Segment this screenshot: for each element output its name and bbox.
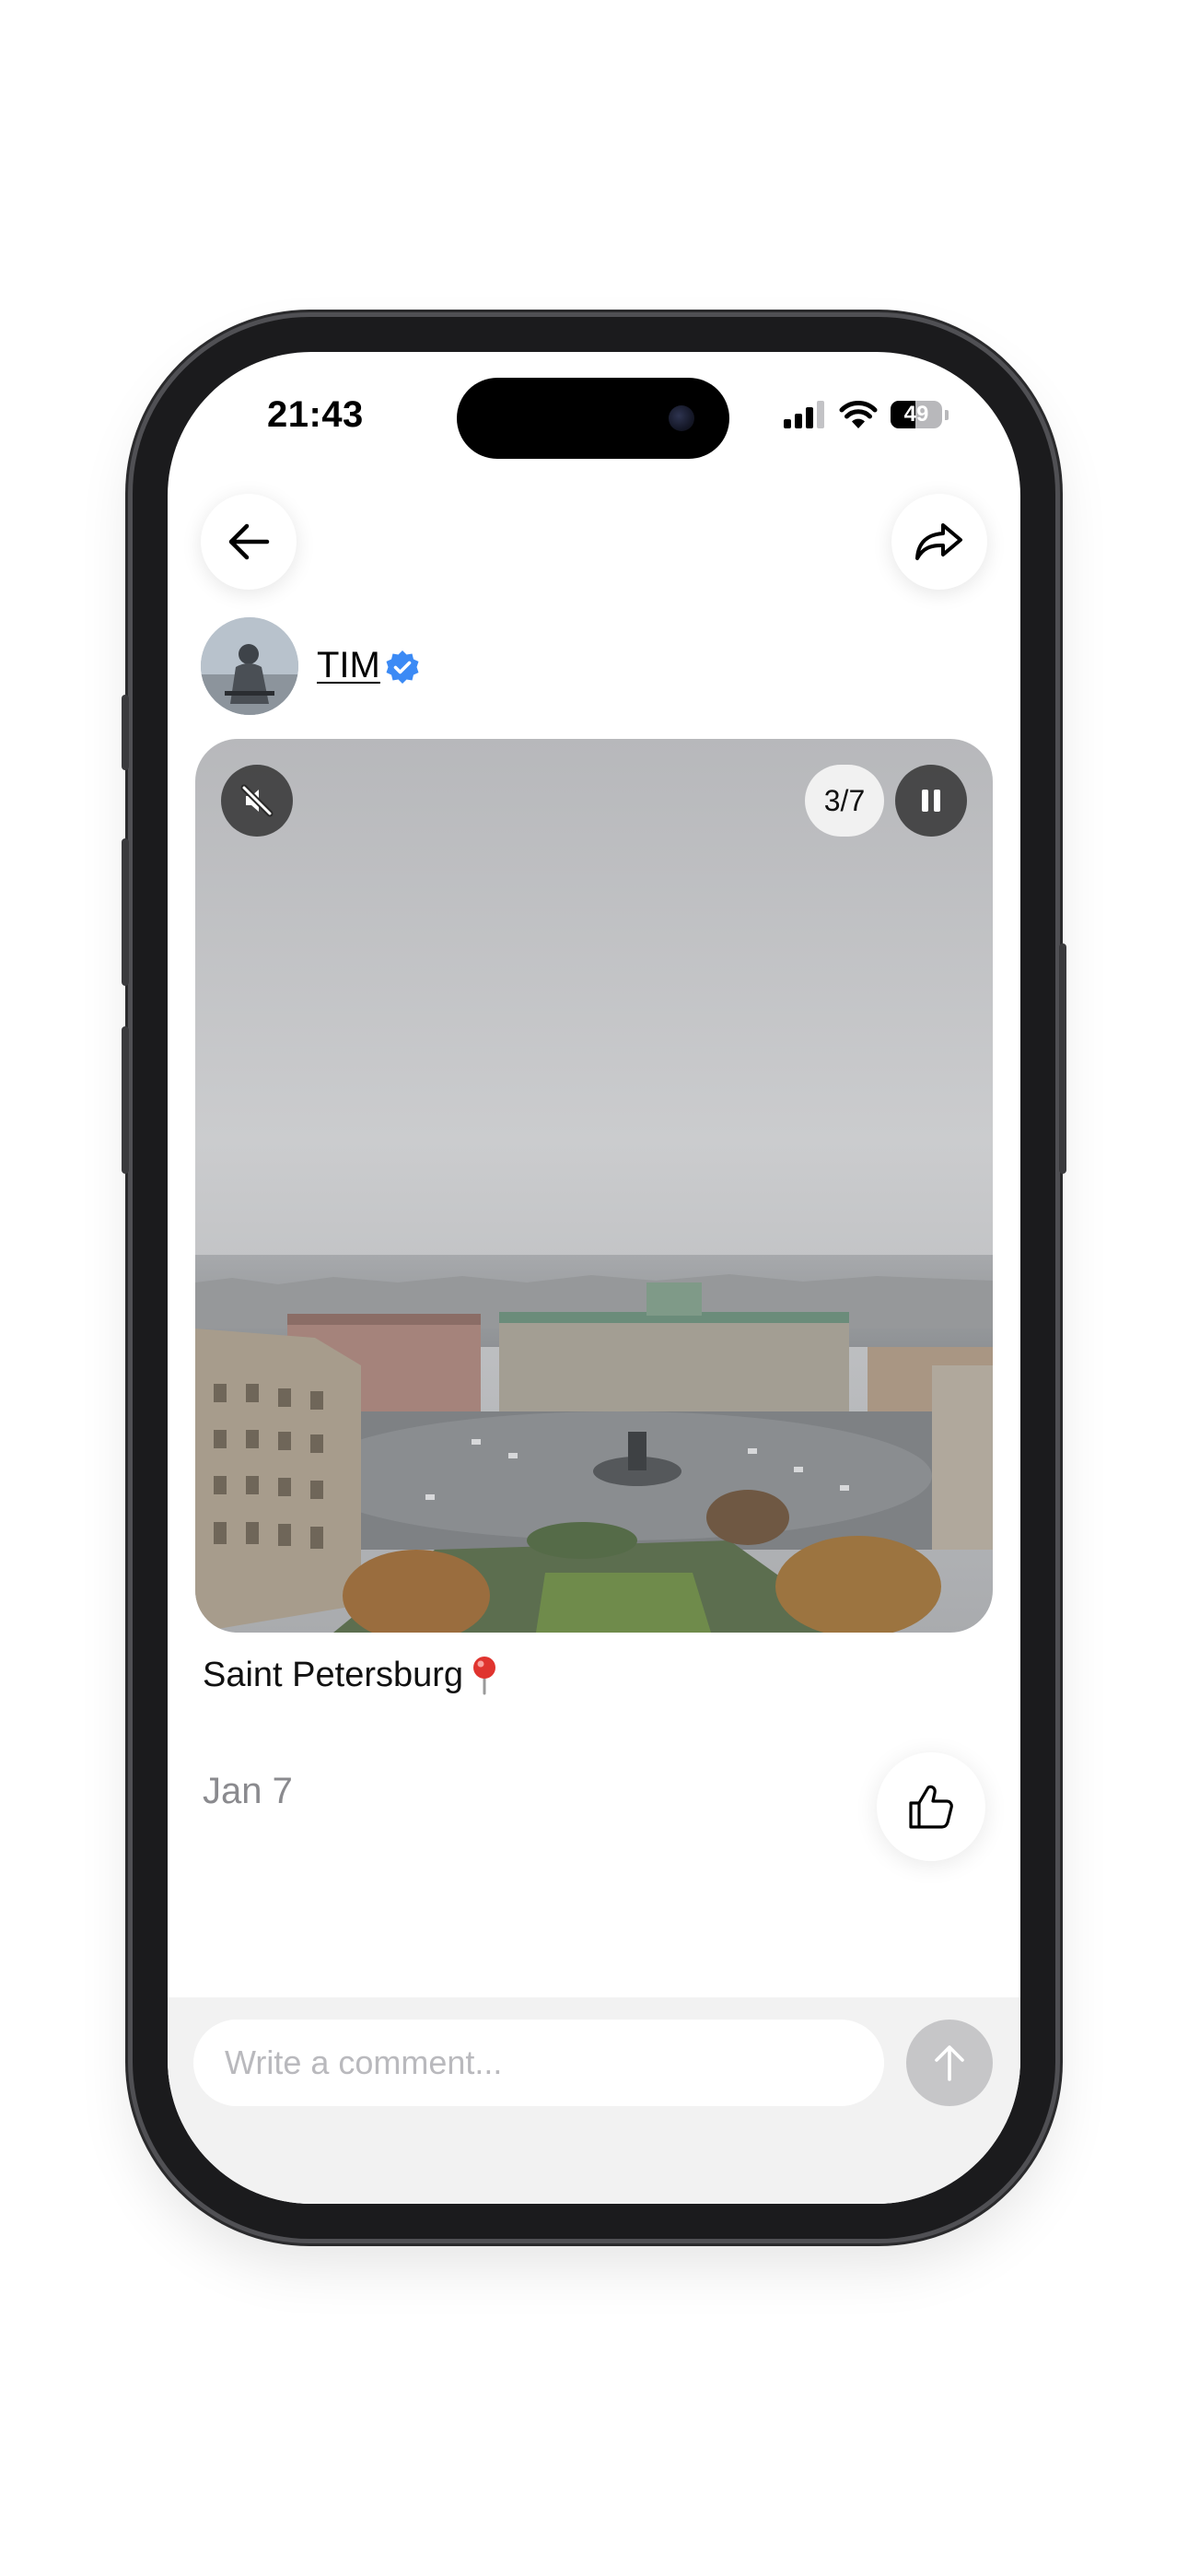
camera-icon	[669, 405, 694, 431]
send-button[interactable]	[906, 2020, 993, 2106]
thumbs-up-icon	[909, 1785, 953, 1829]
cellular-signal-icon	[784, 401, 824, 428]
location-text: Saint Petersburg	[203, 1655, 464, 1694]
post-date: Jan 7	[203, 1771, 293, 1811]
post-photo	[195, 739, 993, 1633]
speaker-muted-icon	[240, 784, 274, 817]
volume-down-button	[122, 1026, 129, 1174]
pause-icon	[922, 790, 940, 812]
mute-button[interactable]	[221, 765, 293, 837]
verified-badge-icon	[386, 650, 419, 684]
volume-up-button	[122, 838, 129, 986]
status-icons: 49	[784, 400, 949, 429]
avatar-photo	[201, 617, 298, 715]
battery-percent: 49	[903, 402, 929, 427]
status-time: 21:43	[267, 394, 364, 435]
like-button[interactable]	[877, 1752, 985, 1861]
power-button	[1059, 943, 1066, 1174]
pause-button[interactable]	[895, 765, 967, 837]
comment-input[interactable]	[193, 2020, 884, 2106]
post-location: Saint Petersburg	[203, 1655, 500, 1695]
arrow-up-icon	[935, 2045, 964, 2081]
round-pushpin-icon	[473, 1657, 496, 1695]
share-button[interactable]	[891, 494, 987, 590]
phone-frame: 21:43 49 TIM 3/7 Saint Petersburg Jan 7 …	[122, 317, 1066, 2239]
app-screen: 21:43 49 TIM 3/7 Saint Petersburg Jan 7 …	[168, 352, 1020, 2204]
arrow-left-icon	[228, 523, 270, 560]
avatar[interactable]	[201, 617, 298, 715]
battery-icon: 49	[891, 401, 942, 428]
wifi-icon	[839, 401, 878, 428]
share-arrow-icon	[915, 523, 962, 560]
dynamic-island	[457, 378, 729, 459]
action-button	[122, 695, 129, 770]
comment-bar	[168, 1997, 1020, 2204]
battery-nub	[945, 409, 949, 420]
author-name[interactable]: TIM	[317, 645, 380, 686]
back-button[interactable]	[201, 494, 297, 590]
media-counter: 3/7	[805, 765, 884, 837]
post-media[interactable]: 3/7	[195, 739, 993, 1633]
